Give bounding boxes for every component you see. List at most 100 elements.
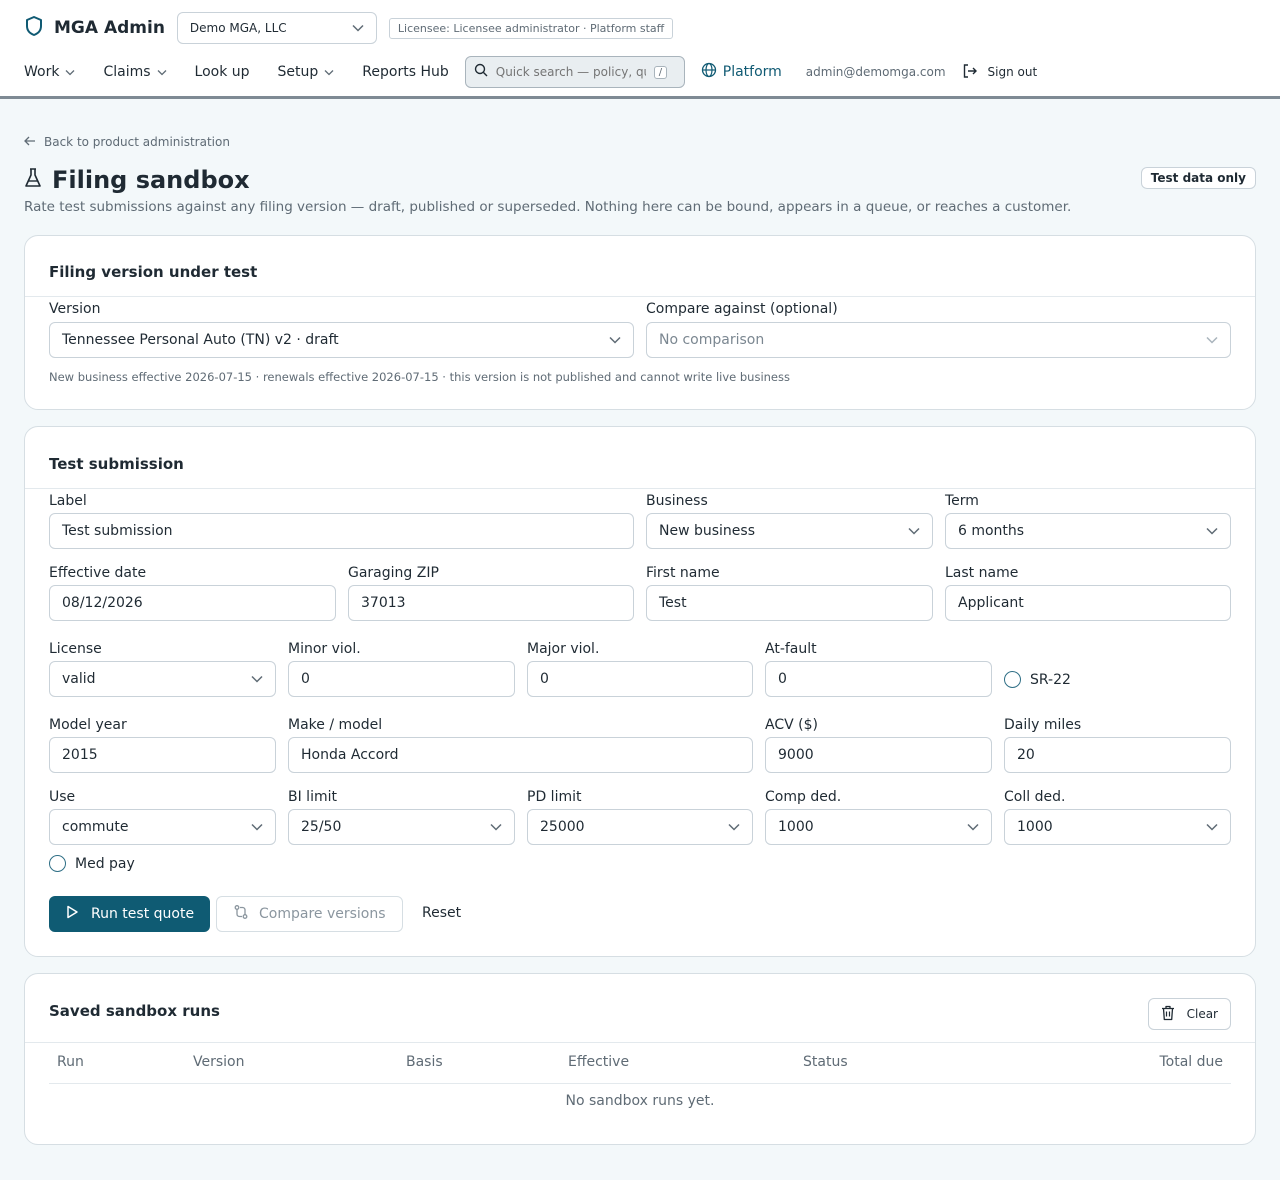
term-select[interactable]: 6 months xyxy=(945,513,1231,549)
major-violations-label: Major viol. xyxy=(527,641,600,657)
test-data-badge: Test data only xyxy=(1140,167,1256,189)
term-select-value: 6 months xyxy=(958,523,1025,539)
back-link[interactable]: Back to product administration xyxy=(24,135,230,149)
card-divider xyxy=(25,488,1255,489)
model-year-value: 2015 xyxy=(62,747,98,763)
compare-versions-label: Compare versions xyxy=(259,906,386,922)
acv-input[interactable]: 9000 xyxy=(765,737,992,773)
user-email: admin@demomga.com xyxy=(805,65,946,79)
trash-icon xyxy=(1161,1005,1175,1024)
nav-reports-hub[interactable]: Reports Hub xyxy=(362,64,448,80)
chevron-down-icon xyxy=(251,671,263,687)
bi-limit-label: BI limit xyxy=(288,789,337,805)
daily-miles-input[interactable]: 20 xyxy=(1004,737,1231,773)
med-pay-checkbox[interactable]: Med pay xyxy=(49,855,135,872)
globe-icon xyxy=(701,62,717,82)
version-help-text: New business effective 2026-07-15 · rene… xyxy=(49,370,790,384)
business-label: Business xyxy=(646,493,708,509)
card-divider xyxy=(25,1042,1255,1043)
table-header-divider xyxy=(49,1083,1231,1084)
column-header-basis[interactable]: Basis xyxy=(406,1054,443,1070)
make-model-input[interactable]: Honda Accord xyxy=(288,737,753,773)
use-select[interactable]: commute xyxy=(49,809,276,845)
checkbox-box[interactable] xyxy=(49,855,66,872)
model-year-input[interactable]: 2015 xyxy=(49,737,276,773)
comp-ded-select-value: 1000 xyxy=(778,819,814,835)
column-header-effective[interactable]: Effective xyxy=(568,1054,629,1070)
effective-date-input[interactable]: 08/12/2026 xyxy=(49,585,336,621)
bi-limit-select[interactable]: 25/50 xyxy=(288,809,515,845)
top-header: MGA Admin Demo MGA, LLC Licensee: Licens… xyxy=(0,0,1280,99)
run-test-quote-button[interactable]: Run test quote xyxy=(49,896,211,932)
label-input-value: Test submission xyxy=(62,523,173,539)
card-divider xyxy=(25,296,1255,297)
nav-setup[interactable]: Setup xyxy=(278,64,335,80)
quick-search[interactable]: / xyxy=(464,56,685,88)
column-header-status[interactable]: Status xyxy=(803,1054,848,1070)
use-label: Use xyxy=(49,789,76,805)
column-header-total-due[interactable]: Total due xyxy=(1159,1054,1223,1070)
major-violations-input[interactable]: 0 xyxy=(527,661,753,697)
chevron-down-icon xyxy=(1206,332,1218,348)
column-header-version[interactable]: Version xyxy=(193,1054,244,1070)
column-header-run[interactable]: Run xyxy=(57,1054,84,1070)
at-fault-input[interactable]: 0 xyxy=(765,661,992,697)
compare-label: Compare against (optional) xyxy=(646,301,838,317)
daily-miles-label: Daily miles xyxy=(1004,717,1082,733)
last-name-value: Applicant xyxy=(958,595,1024,611)
checkbox-box[interactable] xyxy=(1004,671,1021,688)
acv-value: 9000 xyxy=(778,747,814,763)
at-fault-value: 0 xyxy=(778,671,787,687)
last-name-label: Last name xyxy=(945,565,1019,581)
first-name-input[interactable]: Test xyxy=(646,585,933,621)
card-title: Saved sandbox runs xyxy=(49,1002,220,1020)
minor-violations-value: 0 xyxy=(301,671,310,687)
platform-link[interactable]: Platform xyxy=(701,62,782,82)
compare-select[interactable]: No comparison xyxy=(646,322,1231,358)
term-label: Term xyxy=(945,493,979,509)
role-badge: Licensee: Licensee administrator · Platf… xyxy=(388,17,674,39)
version-select[interactable]: Tennessee Personal Auto (TN) v2 · draft xyxy=(49,322,634,358)
compare-versions-button[interactable]: Compare versions xyxy=(216,896,403,932)
garaging-zip-input[interactable]: 37013 xyxy=(348,585,634,621)
chevron-down-icon xyxy=(157,64,167,80)
chevron-down-icon xyxy=(251,819,263,835)
pd-limit-select[interactable]: 25000 xyxy=(527,809,753,845)
nav-claims[interactable]: Claims xyxy=(103,64,166,80)
test-submission-card: Test submission Label Test submission Bu… xyxy=(24,426,1256,957)
business-select[interactable]: New business xyxy=(646,513,933,549)
flask-icon xyxy=(24,167,42,193)
coll-ded-label: Coll ded. xyxy=(1004,789,1066,805)
back-link-label: Back to product administration xyxy=(44,135,230,149)
minor-violations-input[interactable]: 0 xyxy=(288,661,515,697)
shield-icon xyxy=(24,15,44,41)
sign-out-button[interactable]: Sign out xyxy=(962,63,1037,82)
organization-select-value: Demo MGA, LLC xyxy=(189,21,287,35)
reset-button[interactable]: Reset xyxy=(422,905,461,921)
version-select-value: Tennessee Personal Auto (TN) v2 · draft xyxy=(62,332,339,348)
license-select[interactable]: valid xyxy=(49,661,276,697)
play-icon xyxy=(65,905,79,923)
coll-ded-select[interactable]: 1000 xyxy=(1004,809,1231,845)
chevron-down-icon xyxy=(352,21,364,35)
clear-button[interactable]: Clear xyxy=(1147,998,1231,1030)
last-name-input[interactable]: Applicant xyxy=(945,585,1231,621)
version-label: Version xyxy=(49,301,101,317)
nav-work[interactable]: Work xyxy=(24,64,75,80)
comp-ded-select[interactable]: 1000 xyxy=(765,809,992,845)
chevron-down-icon xyxy=(908,523,920,539)
garaging-zip-value: 37013 xyxy=(361,595,406,611)
nav-lookup[interactable]: Look up xyxy=(195,64,250,80)
business-select-value: New business xyxy=(659,523,756,539)
at-fault-label: At-fault xyxy=(765,641,817,657)
filing-version-card: Filing version under test Version Tennes… xyxy=(24,235,1256,410)
platform-label: Platform xyxy=(722,64,782,80)
quick-search-input[interactable] xyxy=(495,65,646,79)
chevron-down-icon xyxy=(324,64,334,80)
sr22-checkbox[interactable]: SR-22 xyxy=(1004,671,1071,688)
label-input[interactable]: Test submission xyxy=(49,513,634,549)
search-icon xyxy=(474,63,488,81)
brand-title: MGA Admin xyxy=(54,18,165,38)
organization-select[interactable]: Demo MGA, LLC xyxy=(176,12,377,44)
brand[interactable]: MGA Admin xyxy=(24,15,165,41)
